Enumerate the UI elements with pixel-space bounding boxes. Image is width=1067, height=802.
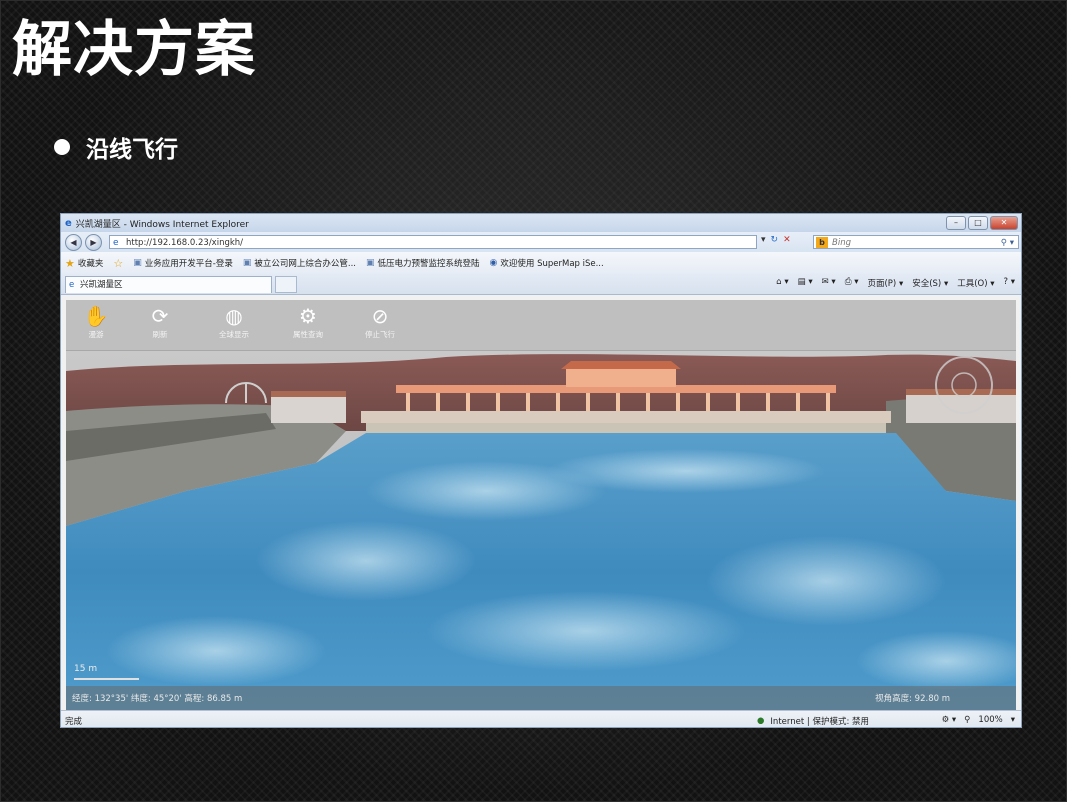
tool-label: 停止飞行 [365,330,395,339]
zoom-level: 100% [978,715,1003,725]
app-toolbar: ✋ 漫游 ⟳ 刷新 ◍ 全球显示 ⚙ 属性查询 ⊘ 停止飞行 [66,300,1016,351]
tab-title: 兴凯湖量区 [80,279,123,290]
favorites-bar: ★ 收藏夹 ☆ ▣ 业务应用开发平台-登录 ▣ 被立公司网上综合办公管... ▣… [61,252,1021,274]
address-actions: ▾ ↻ ✕ [761,235,791,245]
add-favorite-icon[interactable]: ☆ [113,257,123,270]
mail-icon[interactable]: ✉ ▾ [822,277,836,289]
ie-logo-icon: e [65,217,72,229]
window-titlebar[interactable]: e 兴凯湖量区 - Windows Internet Explorer – □ … [61,214,1021,232]
window-controls: – □ ✕ [946,216,1018,230]
bullet-item: 沿线飞行 [54,130,178,164]
tab-active[interactable]: e 兴凯湖量区 [65,275,272,293]
tab-bar: e 兴凯湖量区 ⌂ ▾ ▤ ▾ ✉ ▾ ⎙ ▾ 页面(P) ▾ 安全(S) ▾ … [61,274,1021,295]
zoom-control[interactable]: ⚙ ▾ ⚲ 100% ▾ [942,715,1015,725]
favorite-link-label: 业务应用开发平台-登录 [144,259,233,269]
scale-label: 15 m [74,664,98,674]
browser-status-bar: 完成 ● Internet | 保护模式: 禁用 ⚙ ▾ ⚲ 100% ▾ [61,710,1021,727]
settings-icon[interactable]: ⚙ ▾ [942,715,957,725]
zone-text: Internet | 保护模式: 禁用 [770,717,870,727]
close-button[interactable]: ✕ [990,216,1018,230]
refresh-icon: ⟳ [151,304,169,328]
address-bar: ◀ ▶ e http://192.168.0.23/xingkh/ ▾ ↻ ✕ … [61,232,1021,252]
command-bar: ⌂ ▾ ▤ ▾ ✉ ▾ ⎙ ▾ 页面(P) ▾ 安全(S) ▾ 工具(O) ▾ … [776,277,1015,289]
refresh-tool-button[interactable]: ⟳ 刷新 [130,304,190,340]
home-icon[interactable]: ⌂ ▾ [776,277,788,289]
bullet-dot-icon [54,139,70,155]
bing-logo-icon: b [816,237,828,248]
refresh-icon[interactable]: ↻ [771,235,779,245]
favorite-link[interactable]: ▣ 被立公司网上综合办公管... [243,257,356,269]
tool-label: 漫游 [88,330,104,339]
favorite-link[interactable]: ▣ 业务应用开发平台-登录 [133,257,233,269]
globe-tool-button[interactable]: ◍ 全球显示 [204,304,264,340]
browser-window: e 兴凯湖量区 - Windows Internet Explorer – □ … [60,213,1022,728]
status-text: 完成 [65,717,83,727]
star-icon: ★ [65,256,75,270]
feeds-icon[interactable]: ▤ ▾ [798,277,813,289]
stop-icon[interactable]: ✕ [783,235,791,245]
page-icon: ▣ [133,258,142,268]
internet-globe-icon: ● [757,716,765,726]
dropdown-arrow-icon[interactable]: ▾ [761,235,766,245]
hand-icon: ✋ [83,304,109,328]
scale-bar [74,678,139,680]
page-icon: ▣ [365,258,375,268]
coordinate-readout: 经度: 132°35' 纬度: 45°20' 高程: 86.85 m [72,694,243,704]
zoom-icon: ⚲ [964,715,971,725]
url-input[interactable]: e http://192.168.0.23/xingkh/ [109,235,757,249]
print-icon[interactable]: ⎙ ▾ [845,277,859,289]
page-menu[interactable]: 页面(P) ▾ [867,277,903,289]
favorites-button[interactable]: ★ 收藏夹 [65,257,103,270]
query-tool-button[interactable]: ⚙ 属性查询 [278,304,338,340]
supermap-icon: ◉ [489,258,498,268]
search-placeholder: Bing [832,238,851,248]
stop-flight-button[interactable]: ⊘ 停止飞行 [350,304,410,340]
tools-menu[interactable]: 工具(O) ▾ [957,277,994,289]
minimize-button[interactable]: – [946,216,966,230]
bullet-text: 沿线飞行 [86,137,178,163]
gear-icon: ⚙ [299,304,317,328]
security-zone[interactable]: ● Internet | 保护模式: 禁用 [757,715,869,727]
favorite-link-label: 被立公司网上综合办公管... [254,259,356,269]
favorite-link-label: 低压电力预警监控系统登陆 [377,259,480,269]
slide-title: 解决方案 [12,15,256,85]
tool-label: 属性查询 [293,330,323,339]
new-tab-button[interactable] [275,275,297,293]
favorite-link[interactable]: ◉ 欢迎使用 SuperMap iSe... [490,257,604,269]
search-input[interactable]: b Bing ⚲ ▾ [813,235,1019,249]
favorite-link[interactable]: ▣ 低压电力预警监控系统登陆 [366,257,480,269]
stop-flight-icon: ⊘ [371,304,389,328]
app-viewport: ✋ 漫游 ⟳ 刷新 ◍ 全球显示 ⚙ 属性查询 ⊘ 停止飞行 15 m 经度: … [66,300,1016,710]
3d-scene[interactable] [66,351,1016,710]
pan-tool-button[interactable]: ✋ 漫游 [66,304,126,340]
search-icon[interactable]: ⚲ ▾ [1001,236,1014,250]
page-icon: e [69,279,75,290]
tool-label: 全球显示 [219,330,249,339]
window-title: 兴凯湖量区 - Windows Internet Explorer [75,219,249,230]
favorites-label: 收藏夹 [77,259,104,269]
page-icon: ▣ [242,258,252,268]
maximize-button[interactable]: □ [968,216,988,230]
tool-label: 刷新 [152,330,168,339]
help-icon[interactable]: ? ▾ [1004,277,1015,289]
url-text: http://192.168.0.23/xingkh/ [126,238,244,248]
forward-button[interactable]: ▶ [85,233,102,251]
chevron-down-icon[interactable]: ▾ [1011,715,1015,725]
scene-graphic [66,351,1016,710]
bridge-columns [406,393,830,411]
camera-height-readout: 视角高度: 92.80 m [875,694,950,704]
favorite-link-label: 欢迎使用 SuperMap iSe... [500,259,604,269]
globe-icon: ◍ [225,304,243,328]
safety-menu[interactable]: 安全(S) ▾ [912,277,948,289]
page-icon: e [113,238,119,248]
back-button[interactable]: ◀ [65,233,82,251]
